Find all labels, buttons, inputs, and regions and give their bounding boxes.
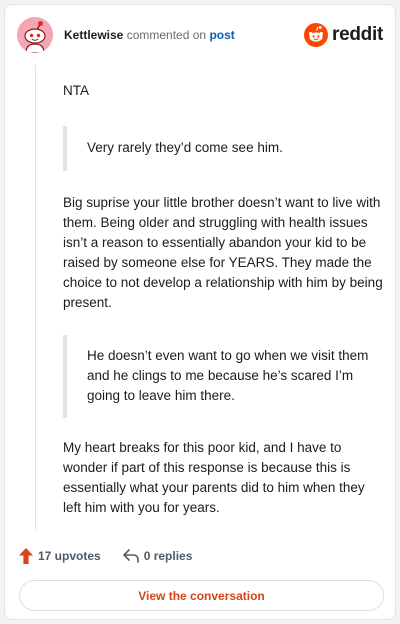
view-conversation-button[interactable]: View the conversation [19,580,384,611]
avatar[interactable] [17,17,53,53]
comment-card: Kettlewise commented on post reddit NTA … [4,4,396,620]
comment-header: Kettlewise commented on post reddit [17,17,383,53]
upvote-arrow-icon [19,548,33,564]
comment-body: NTA Very rarely they’d come see him. Big… [63,81,385,518]
reply-count: 0 replies [143,549,193,563]
reddit-snoo-avatar-icon [17,17,53,53]
reply-arrow-icon [122,549,139,563]
reddit-logo-icon [304,23,329,47]
post-link[interactable]: post [209,28,234,42]
upvote-count: 17 upvotes [38,549,101,563]
comment-footer: 17 upvotes 0 replies [19,545,192,567]
replies-button[interactable]: 0 replies [122,549,193,563]
blockquote: Very rarely they’d come see him. [63,126,385,171]
quote-text: He doesn’t even want to go when we visit… [87,348,369,403]
comment-paragraph: My heart breaks for this poor kid, and I… [63,440,365,515]
comment-paragraph: Big suprise your little brother doesn’t … [63,195,383,310]
thread-line [35,65,36,530]
upvote-button[interactable]: 17 upvotes [19,548,101,564]
reddit-wordmark: reddit [332,24,383,45]
quote-text: Very rarely they’d come see him. [87,140,283,155]
comment-paragraph: NTA [63,83,89,98]
comment-action-text: commented on [126,28,207,42]
comment-meta: Kettlewise commented on post [64,28,235,42]
reddit-brand[interactable]: reddit [304,21,383,49]
blockquote: He doesn’t even want to go when we visit… [63,335,385,418]
username[interactable]: Kettlewise [64,28,123,42]
